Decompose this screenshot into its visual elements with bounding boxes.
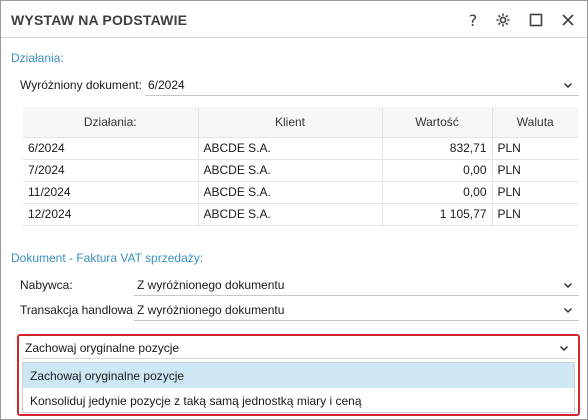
positions-selected-value: Zachowaj oryginalne pozycje: [25, 341, 180, 355]
transaction-value: Z wyróżnionego dokumentu: [137, 303, 285, 317]
cell-currency: PLN: [492, 180, 578, 203]
cell-document: 7/2024: [23, 158, 199, 181]
cell-document: 12/2024: [23, 202, 199, 226]
table-row[interactable]: 11/2024 ABCDE S.A. 0,00 PLN: [23, 180, 578, 203]
cell-value: 0,00: [382, 180, 493, 203]
positions-dropdown-list: Zachowaj oryginalne pozycje Konsoliduj j…: [22, 362, 575, 413]
table-row[interactable]: 12/2024 ABCDE S.A. 1 105,77 PLN: [23, 202, 578, 226]
chevron-down-icon: [563, 307, 573, 314]
chevron-down-icon: [563, 282, 573, 289]
dropdown-option-consolidate[interactable]: Konsoliduj jedynie pozycje z taką samą j…: [23, 388, 574, 413]
highlighted-doc-select[interactable]: 6/2024: [145, 74, 579, 96]
cell-client: ABCDE S.A.: [198, 136, 383, 159]
table-row[interactable]: 6/2024 ABCDE S.A. 832,71 PLN: [23, 136, 578, 159]
cell-client: ABCDE S.A.: [198, 158, 383, 181]
cell-currency: PLN: [492, 202, 578, 226]
column-header-currency[interactable]: Waluta: [492, 107, 578, 137]
positions-select[interactable]: Zachowaj oryginalne pozycje: [22, 337, 575, 359]
window-title: WYSTAW NA PODSTAWIE: [11, 12, 188, 28]
cell-value: 0,00: [382, 158, 493, 181]
buyer-label: Nabywca:: [20, 278, 73, 292]
dropdown-option-keep-original[interactable]: Zachowaj oryginalne pozycje: [23, 363, 574, 388]
column-header-value[interactable]: Wartość: [382, 107, 493, 137]
title-bar: WYSTAW NA PODSTAWIE ?: [1, 1, 587, 38]
buyer-select[interactable]: Z wyróżnionego dokumentu: [134, 274, 579, 296]
highlighted-doc-label: Wyróżniony dokument:: [20, 78, 142, 92]
column-header-actions[interactable]: Działania:: [23, 107, 199, 137]
highlighted-doc-value: 6/2024: [148, 78, 185, 92]
column-header-client[interactable]: Klient: [198, 107, 383, 137]
cell-value: 832,71: [382, 136, 493, 159]
dialog-window: WYSTAW NA PODSTAWIE ? Działania: Wyróżni…: [0, 0, 588, 420]
actions-table: Działania: Klient Wartość Waluta 6/2024 …: [23, 107, 578, 226]
cell-client: ABCDE S.A.: [198, 180, 383, 203]
chevron-down-icon: [559, 345, 569, 352]
document-section-heading: Dokument - Faktura VAT sprzedaży:: [11, 251, 204, 265]
cell-client: ABCDE S.A.: [198, 202, 383, 226]
gear-icon[interactable]: [490, 7, 516, 33]
chevron-down-icon: [563, 82, 573, 89]
close-icon[interactable]: [555, 7, 581, 33]
table-header-row: Działania: Klient Wartość Waluta: [23, 107, 578, 137]
table-row[interactable]: 7/2024 ABCDE S.A. 0,00 PLN: [23, 158, 578, 181]
actions-section-heading: Działania:: [11, 51, 64, 65]
positions-select-highlight: Zachowaj oryginalne pozycje Zachowaj ory…: [17, 334, 580, 416]
cell-currency: PLN: [492, 136, 578, 159]
maximize-icon[interactable]: [523, 7, 549, 33]
buyer-value: Z wyróżnionego dokumentu: [137, 278, 285, 292]
cell-document: 11/2024: [23, 180, 199, 203]
cell-value: 1 105,77: [382, 202, 493, 226]
transaction-label: Transakcja handlowa:: [20, 303, 137, 317]
help-icon[interactable]: ?: [460, 7, 486, 33]
cell-currency: PLN: [492, 158, 578, 181]
cell-document: 6/2024: [23, 136, 199, 159]
transaction-select[interactable]: Z wyróżnionego dokumentu: [134, 299, 579, 321]
